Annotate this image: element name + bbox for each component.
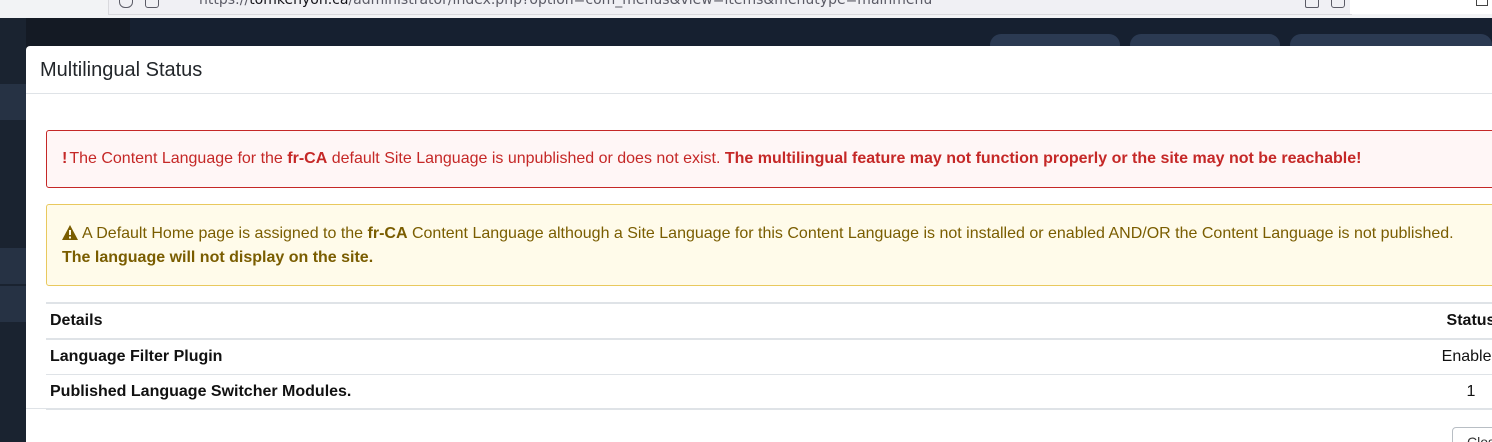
browser-url-bar[interactable]: https://tomkenyon.ca/administrator/index… bbox=[108, 0, 1352, 15]
window-icon[interactable] bbox=[1476, 0, 1488, 6]
table-row: Published Language Switcher Modules. 1 bbox=[46, 374, 1492, 410]
modal-title: Multilingual Status bbox=[40, 59, 203, 81]
modal-header: Multilingual Status bbox=[26, 46, 1492, 94]
row-status: 1 bbox=[1436, 374, 1492, 410]
close-button[interactable]: Close bbox=[1452, 427, 1492, 442]
warning-alert: A Default Home page is assigned to the f… bbox=[46, 204, 1492, 286]
status-table: Details Status Language Filter Plugin En… bbox=[46, 302, 1492, 410]
browser-toolbar-right bbox=[1350, 0, 1492, 14]
table-header-row: Details Status bbox=[46, 302, 1492, 340]
table-row: Language Filter Plugin Enabled bbox=[46, 339, 1492, 375]
admin-sidebar bbox=[0, 18, 26, 442]
row-status: Enabled bbox=[1436, 339, 1492, 375]
modal-footer-divider bbox=[26, 408, 1492, 409]
row-details: Published Language Switcher Modules. bbox=[46, 374, 1436, 410]
status-column-header: Status bbox=[1436, 302, 1492, 340]
admin-header bbox=[130, 18, 1492, 46]
lock-icon[interactable] bbox=[145, 0, 159, 8]
multilingual-status-modal: Multilingual Status ! The Content Languag… bbox=[26, 46, 1492, 442]
star-icon[interactable] bbox=[1305, 0, 1319, 8]
url-text[interactable]: https://tomkenyon.ca/administrator/index… bbox=[199, 0, 932, 8]
danger-alert: ! The Content Language for the fr-CA defa… bbox=[46, 130, 1492, 188]
exclamation-icon: ! bbox=[62, 150, 68, 167]
row-details: Language Filter Plugin bbox=[46, 339, 1436, 375]
warning-icon bbox=[62, 225, 78, 240]
details-column-header: Details bbox=[46, 302, 1436, 340]
shield-icon[interactable] bbox=[119, 0, 133, 8]
pocket-icon[interactable] bbox=[1331, 0, 1345, 8]
